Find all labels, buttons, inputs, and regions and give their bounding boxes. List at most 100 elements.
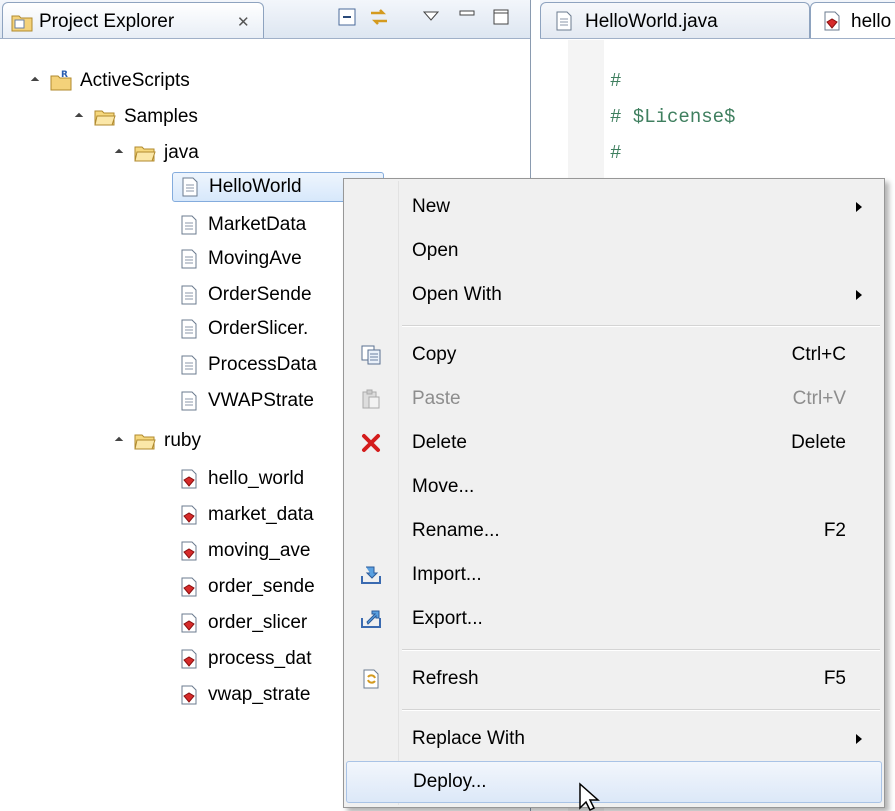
- expanded-twisty-icon[interactable]: [114, 148, 124, 158]
- menu-item-label: Rename...: [412, 520, 500, 541]
- menu-item-refresh[interactable]: Refresh F5: [346, 659, 882, 699]
- menu-item-paste[interactable]: Paste Ctrl+V: [346, 379, 882, 419]
- menu-separator: [402, 325, 880, 327]
- menu-item-deploy[interactable]: Deploy...: [346, 761, 882, 803]
- tree-item-order-slicer-rb[interactable]: order_slicer: [178, 608, 307, 638]
- menu-item-move[interactable]: Move...: [346, 467, 882, 507]
- project-explorer-icon: [11, 15, 33, 32]
- tab-hello-world-rb[interactable]: hello: [810, 2, 895, 38]
- menu-item-shortcut: Delete: [791, 432, 846, 453]
- tab-project-explorer[interactable]: Project Explorer ✕: [2, 2, 264, 38]
- view-menu-icon[interactable]: [420, 6, 442, 28]
- tree-item-label: HelloWorld: [209, 176, 302, 197]
- menu-item-import[interactable]: Import...: [346, 555, 882, 595]
- tree-item-label: order_sende: [208, 576, 315, 597]
- java-file-icon: [181, 215, 197, 235]
- ruby-file-icon: [181, 613, 197, 633]
- ruby-file-icon: [181, 469, 197, 489]
- tree-item-vwapstrategy-java[interactable]: VWAPStrate: [178, 386, 314, 416]
- menu-item-label: Deploy...: [413, 771, 487, 792]
- java-file-icon: [181, 391, 197, 411]
- java-file-icon: [181, 249, 197, 269]
- menu-item-new[interactable]: New: [346, 187, 882, 227]
- tree-item-hello-world-rb[interactable]: hello_world: [178, 464, 304, 494]
- close-icon[interactable]: ✕: [237, 13, 250, 31]
- expanded-twisty-icon[interactable]: [74, 112, 84, 122]
- tree-item-movingave-java[interactable]: MovingAve: [178, 244, 302, 274]
- folder-icon: [134, 434, 156, 450]
- tree-item-process-data-rb[interactable]: process_dat: [178, 644, 312, 674]
- tab-label: hello: [851, 11, 892, 32]
- tree-item-java[interactable]: java: [114, 138, 199, 168]
- paste-icon: [362, 389, 380, 409]
- expanded-twisty-icon[interactable]: [114, 436, 124, 446]
- ruby-file-icon: [181, 685, 197, 705]
- submenu-arrow-icon: [856, 202, 862, 212]
- code-line: #: [610, 142, 622, 164]
- view-tab-bar: Project Explorer ✕: [0, 0, 530, 39]
- java-file-icon: [182, 177, 198, 197]
- tab-label: HelloWorld.java: [585, 11, 718, 32]
- java-file-icon: [181, 355, 197, 375]
- folder-icon: [94, 110, 116, 126]
- menu-item-label: Open: [412, 240, 459, 261]
- tree-item-label: order_slicer: [208, 612, 308, 633]
- menu-item-open-with[interactable]: Open With: [346, 275, 882, 315]
- tab-helloworld-java[interactable]: HelloWorld.java: [540, 2, 810, 38]
- menu-item-delete[interactable]: Delete Delete: [346, 423, 882, 463]
- tree-item-label: ruby: [164, 430, 201, 451]
- menu-item-replace-with[interactable]: Replace With: [346, 719, 882, 759]
- maximize-icon[interactable]: [490, 6, 512, 28]
- expanded-twisty-icon[interactable]: [30, 76, 40, 86]
- menu-item-open[interactable]: Open: [346, 231, 882, 271]
- menu-item-label: Copy: [412, 344, 457, 365]
- refresh-icon: [363, 669, 379, 689]
- tree-item-label: market_data: [208, 504, 314, 525]
- tree-item-label: MovingAve: [208, 248, 302, 269]
- tree-item-samples[interactable]: Samples: [74, 102, 198, 132]
- tree-item-moving-ave-rb[interactable]: moving_ave: [178, 536, 310, 566]
- menu-separator: [402, 649, 880, 651]
- tree-item-label: process_dat: [208, 648, 312, 669]
- export-icon: [361, 610, 381, 628]
- tree-item-processdata-java[interactable]: ProcessData: [178, 350, 317, 380]
- tree-item-label: ProcessData: [208, 354, 317, 375]
- tree-item-ordersender-java[interactable]: OrderSende: [178, 280, 312, 310]
- menu-item-shortcut: Ctrl+V: [792, 388, 846, 409]
- tree-item-label: moving_ave: [208, 540, 311, 561]
- java-file-icon: [181, 319, 197, 339]
- menu-item-shortcut: F5: [823, 668, 846, 689]
- tree-item-marketdata-java[interactable]: MarketData: [178, 210, 306, 240]
- tree-item-orderslicer-java[interactable]: OrderSlicer.: [178, 314, 308, 344]
- tab-project-explorer-label: Project Explorer: [39, 11, 175, 32]
- code-line: # $License$: [610, 106, 736, 128]
- folder-icon: [134, 146, 156, 162]
- tree-item-label: OrderSende: [208, 284, 312, 305]
- tree-item-activescripts[interactable]: R ActiveScripts: [30, 66, 190, 96]
- tree-item-label: hello_world: [208, 468, 305, 489]
- ruby-file-icon: [181, 649, 197, 669]
- collapse-all-icon[interactable]: [336, 6, 358, 28]
- tree-item-label: VWAPStrate: [208, 390, 314, 411]
- menu-separator: [402, 709, 880, 711]
- tree-item-market-data-rb[interactable]: market_data: [178, 500, 314, 530]
- tree-item-vwap-strategy-rb[interactable]: vwap_strate: [178, 680, 310, 710]
- menu-item-label: Export...: [412, 608, 483, 629]
- ruby-file-icon: [181, 577, 197, 597]
- tree-item-order-sender-rb[interactable]: order_sende: [178, 572, 315, 602]
- delete-icon: [362, 434, 380, 452]
- link-with-editor-icon[interactable]: [368, 6, 390, 28]
- code-line: #: [610, 70, 622, 92]
- editor-tab-bar: HelloWorld.java hello: [540, 0, 895, 39]
- minimize-icon[interactable]: [456, 6, 478, 28]
- import-icon: [361, 566, 381, 584]
- project-icon: R: [50, 70, 72, 91]
- tree-item-label: ActiveScripts: [80, 70, 190, 91]
- menu-item-copy[interactable]: Copy Ctrl+C: [346, 335, 882, 375]
- tree-item-ruby[interactable]: ruby: [114, 426, 201, 456]
- menu-item-label: Replace With: [412, 728, 525, 749]
- menu-item-rename[interactable]: Rename... F2: [346, 511, 882, 551]
- menu-item-export[interactable]: Export...: [346, 599, 882, 639]
- ruby-file-icon: [181, 541, 197, 561]
- menu-item-label: Refresh: [412, 668, 479, 689]
